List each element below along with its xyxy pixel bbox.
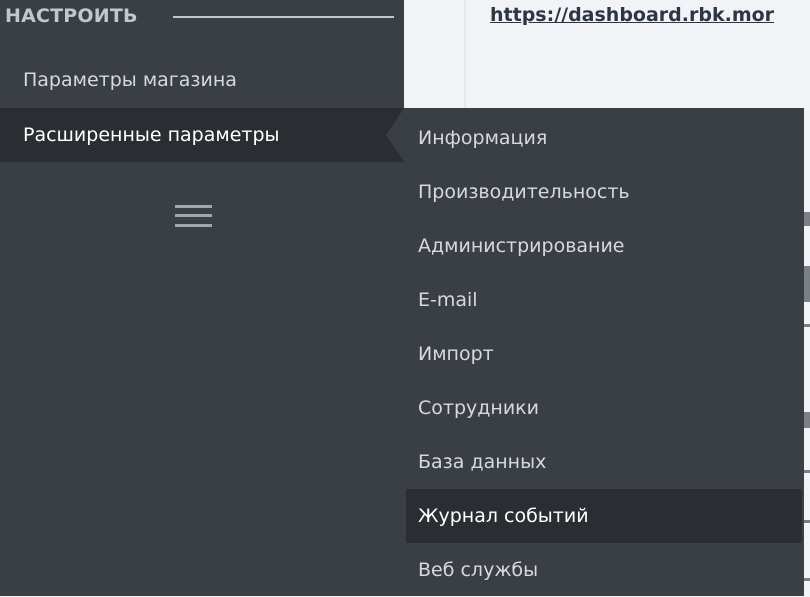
submenu-item-label: Информация bbox=[418, 127, 548, 149]
submenu-item-administration[interactable]: Администрирование bbox=[406, 219, 802, 273]
submenu-item-label: База данных bbox=[418, 451, 547, 473]
sidebar-item-label: Параметры магазина bbox=[23, 69, 237, 91]
submenu-item-web-services[interactable]: Веб службы bbox=[406, 543, 802, 597]
submenu-item-database[interactable]: База данных bbox=[406, 435, 802, 489]
sidebar-item-store-parameters[interactable]: Параметры магазина bbox=[0, 53, 404, 107]
submenu-item-label: Веб службы bbox=[418, 559, 539, 581]
sidebar-item-advanced-parameters[interactable]: Расширенные параметры bbox=[0, 108, 404, 162]
submenu-item-label: Сотрудники bbox=[418, 397, 539, 419]
submenu-item-label: Импорт bbox=[418, 343, 494, 365]
submenu-item-event-log[interactable]: Журнал событий bbox=[406, 489, 802, 543]
dashboard-link[interactable]: https://dashboard.rbk.mor bbox=[490, 4, 774, 26]
section-rule bbox=[173, 16, 394, 18]
submenu-item-information[interactable]: Информация bbox=[406, 111, 802, 165]
submenu-item-label: Журнал событий bbox=[418, 505, 589, 527]
submenu-item-employees[interactable]: Сотрудники bbox=[406, 381, 802, 435]
submenu-item-import[interactable]: Импорт bbox=[406, 327, 802, 381]
sidebar: НАСТРОИТЬ Параметры магазина Расширенные… bbox=[0, 0, 404, 596]
section-title: НАСТРОИТЬ bbox=[5, 5, 138, 27]
submenu-item-label: Производительность bbox=[418, 181, 630, 203]
content-divider bbox=[464, 0, 466, 108]
submenu-item-label: Администрирование bbox=[418, 235, 625, 257]
submenu-item-label: E-mail bbox=[418, 289, 478, 311]
sidebar-item-label: Расширенные параметры bbox=[23, 124, 280, 146]
submenu-item-performance[interactable]: Производительность bbox=[406, 165, 802, 219]
submenu-item-email[interactable]: E-mail bbox=[406, 273, 802, 327]
active-item-pointer bbox=[386, 108, 404, 162]
hamburger-menu-icon[interactable] bbox=[175, 205, 212, 231]
advanced-parameters-submenu: Информация Производительность Администри… bbox=[404, 108, 804, 596]
